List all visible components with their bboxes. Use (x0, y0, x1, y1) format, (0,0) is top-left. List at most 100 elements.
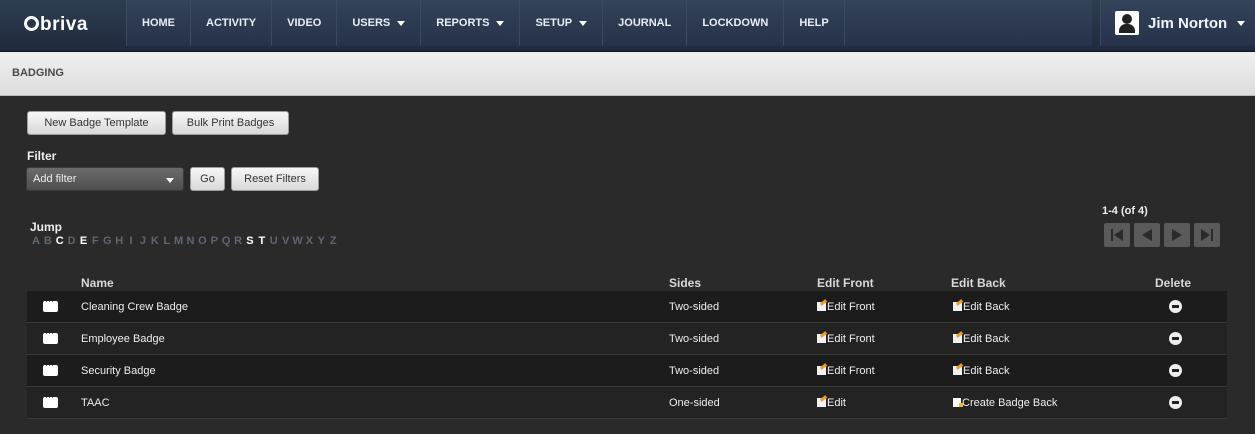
minus-circle-icon[interactable] (1169, 300, 1182, 313)
table-row: TAAC One-sided Edit Create Badge Back (27, 387, 1227, 419)
edit-back-link[interactable]: Edit Back (953, 333, 1009, 345)
jump-letter-f: F (92, 235, 99, 247)
edit-pencil-icon (817, 334, 826, 343)
jump-letter-x: X (305, 235, 314, 247)
minus-circle-icon[interactable] (1169, 332, 1182, 345)
create-badge-back-link[interactable]: Create Badge Back (953, 397, 1057, 409)
jump-letter-q: Q (221, 235, 231, 247)
edit-front-link[interactable]: Edit Front (817, 333, 875, 345)
jump-letter-p: P (210, 235, 218, 247)
top-navigation: briva HOME ACTIVITY VIDEO USERS REPORTS … (0, 0, 1255, 52)
edit-front-link[interactable]: Edit Front (817, 365, 875, 377)
nav-lockdown[interactable]: LOCKDOWN (686, 0, 784, 46)
minus-circle-icon[interactable] (1169, 364, 1182, 377)
user-menu[interactable]: Jim Norton (1100, 0, 1255, 46)
badge-sides: Two-sided (669, 333, 720, 345)
chevron-down-icon (496, 20, 505, 26)
jump-letter-n: N (186, 235, 195, 247)
next-page-icon[interactable] (1164, 223, 1190, 247)
prev-page-icon[interactable] (1134, 223, 1160, 247)
jump-letter-m: M (174, 235, 184, 247)
badge-name-link[interactable]: Security Badge (81, 365, 156, 377)
jump-letter-i: I (129, 235, 133, 247)
select-value: Add filter (33, 173, 77, 185)
column-header-edit-front: Edit Front (817, 276, 874, 290)
jump-letter-g: G (103, 235, 112, 247)
table-row: Employee Badge Two-sided Edit Front Edit… (27, 323, 1227, 355)
badge-sides: One-sided (669, 397, 720, 409)
page-title: BADGING (12, 67, 64, 79)
jump-letter-w: W (292, 235, 303, 247)
jump-letter-h: H (115, 235, 124, 247)
nav-activity[interactable]: ACTIVITY (190, 0, 272, 46)
edit-pencil-icon (817, 398, 826, 407)
badge-name-link[interactable]: Cleaning Crew Badge (81, 301, 188, 313)
brivo-logo[interactable]: briva (24, 14, 88, 36)
jump-letter-k: K (150, 235, 159, 247)
nav-spacer (843, 0, 1092, 46)
column-header-name[interactable]: Name (81, 276, 114, 290)
jump-letter-b: B (43, 235, 52, 247)
jump-letter-l: L (163, 235, 171, 247)
jump-letter-a: A (31, 235, 40, 247)
reset-filters-button[interactable]: Reset Filters (231, 167, 319, 191)
edit-pencil-icon (953, 334, 962, 343)
nav-journal[interactable]: JOURNAL (602, 0, 687, 46)
badge-card-icon (43, 360, 58, 376)
jump-letter-y: Y (317, 235, 325, 247)
pagination-summary: 1-4 (of 4) (1102, 205, 1148, 217)
jump-letter-v: V (281, 235, 290, 247)
nav-users[interactable]: USERS (336, 0, 421, 46)
nav-reports[interactable]: REPORTS (420, 0, 520, 46)
edit-pencil-icon (953, 366, 962, 375)
nav-setup[interactable]: SETUP (519, 0, 603, 46)
chevron-down-icon (166, 178, 174, 183)
edit-front-link[interactable]: Edit Front (817, 301, 875, 313)
edit-pencil-icon (817, 366, 826, 375)
nav-home[interactable]: HOME (126, 0, 190, 46)
jump-letter-r: R (234, 235, 243, 247)
new-badge-template-button[interactable]: New Badge Template (27, 111, 166, 135)
jump-letter-j: J (139, 235, 147, 247)
chevron-down-icon (397, 20, 406, 26)
badge-name-link[interactable]: TAAC (81, 397, 110, 409)
jump-letter-o: O (198, 235, 207, 247)
edit-pencil-icon (817, 302, 826, 311)
jump-letter-z: Z (329, 235, 337, 247)
edit-back-link[interactable]: Edit Back (953, 365, 1009, 377)
badge-card-icon (43, 328, 58, 344)
edit-back-link[interactable]: Edit Back (953, 301, 1009, 313)
first-page-icon[interactable] (1104, 223, 1130, 247)
jump-letter-s[interactable]: S (244, 235, 256, 247)
column-header-delete: Delete (1155, 276, 1192, 290)
table-row: Security Badge Two-sided Edit Front Edit… (27, 355, 1227, 387)
edit-front-link[interactable]: Edit (817, 397, 846, 409)
bulk-print-badges-button[interactable]: Bulk Print Badges (172, 111, 289, 135)
filter-label: Filter (27, 149, 57, 163)
new-document-icon (953, 398, 963, 407)
user-avatar-icon (1115, 11, 1139, 35)
badge-sides: Two-sided (669, 365, 720, 377)
column-header-edit-back: Edit Back (951, 276, 1006, 290)
breadcrumb-bar: BADGING (0, 52, 1255, 96)
jump-letter-t[interactable]: T (256, 235, 268, 247)
nav-video[interactable]: VIDEO (271, 0, 337, 46)
chevron-down-icon (1237, 20, 1246, 26)
go-button[interactable]: Go (190, 167, 225, 191)
main-menu: HOME ACTIVITY VIDEO USERS REPORTS SETUP … (126, 0, 1092, 46)
jump-letter-u: U (269, 235, 278, 247)
nav-help[interactable]: HELP (783, 0, 844, 46)
add-filter-select[interactable]: Add filter (26, 167, 184, 191)
jump-letter-e[interactable]: E (78, 235, 90, 247)
badge-card-icon (43, 392, 58, 408)
chevron-down-icon (579, 20, 588, 26)
jump-letter-c[interactable]: C (54, 235, 66, 247)
badge-card-icon (43, 296, 58, 312)
minus-circle-icon[interactable] (1169, 396, 1182, 409)
edit-pencil-icon (953, 302, 962, 311)
badge-name-link[interactable]: Employee Badge (81, 333, 165, 345)
jump-label: Jump (30, 220, 63, 234)
last-page-icon[interactable] (1194, 223, 1220, 247)
table-row: Cleaning Crew Badge Two-sided Edit Front… (27, 291, 1227, 323)
column-header-sides[interactable]: Sides (669, 276, 701, 290)
